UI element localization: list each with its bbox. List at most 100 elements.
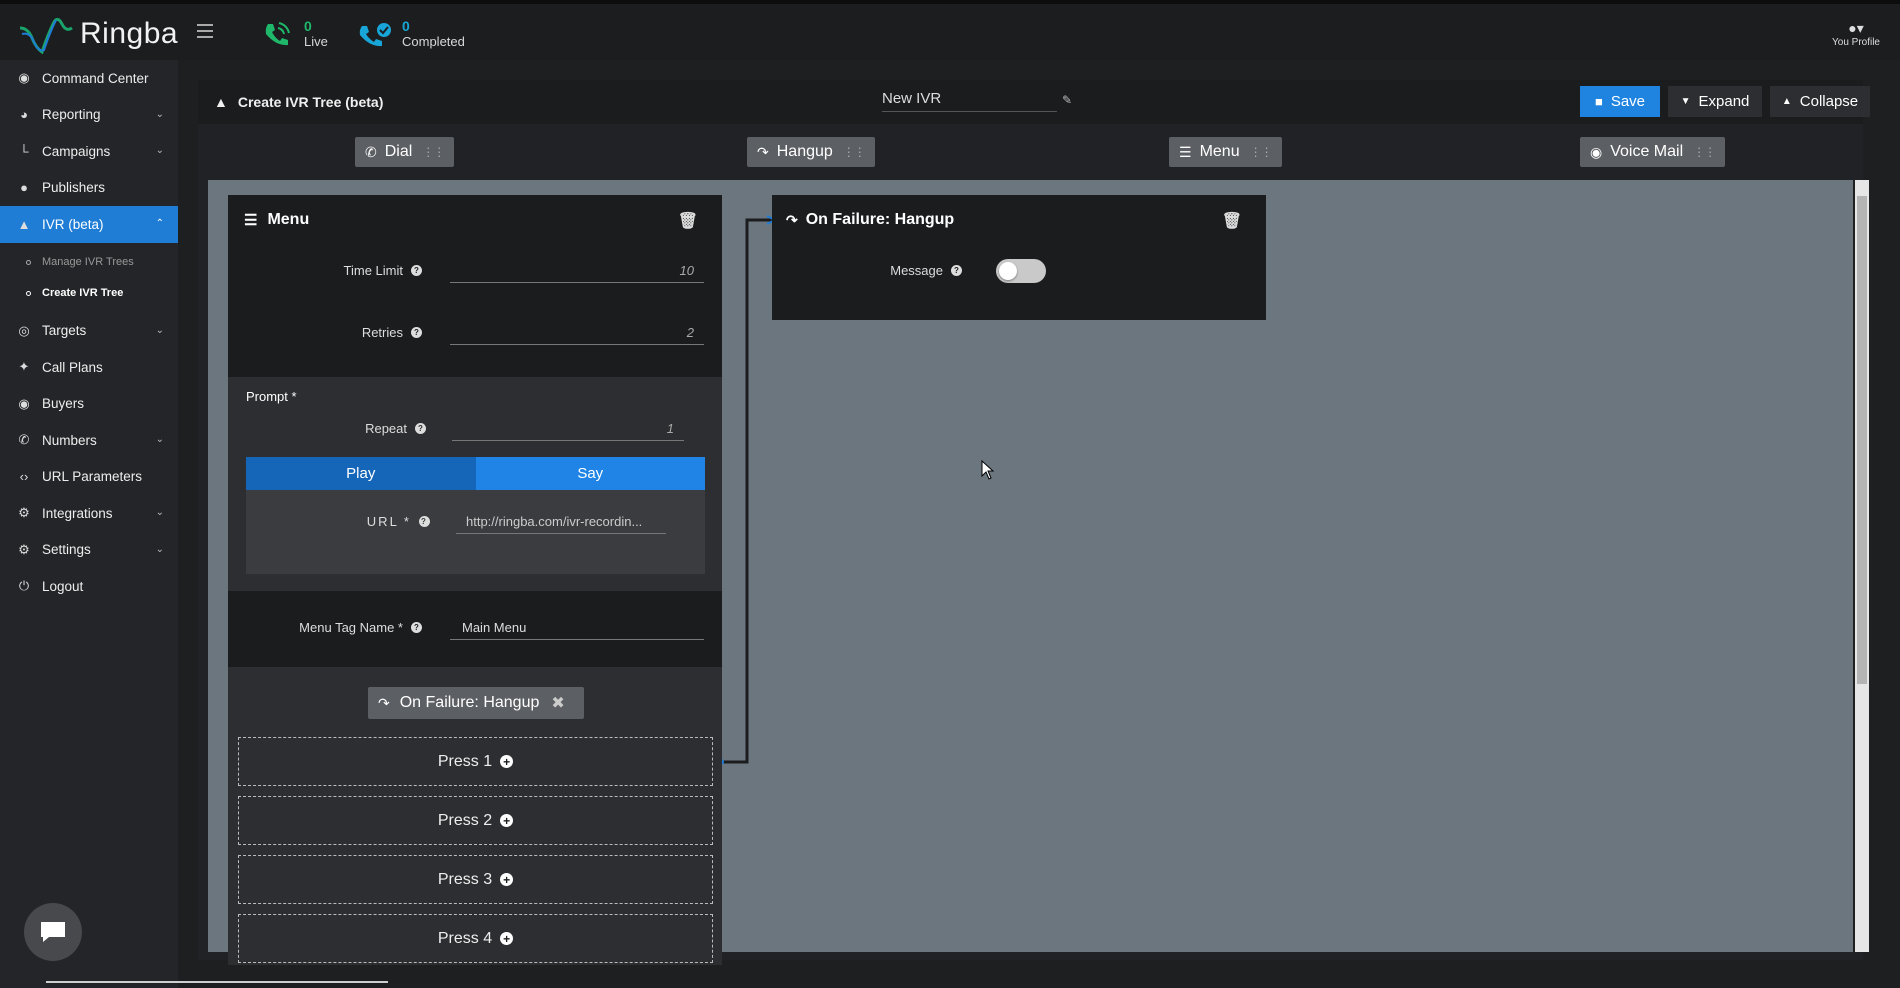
say-tab[interactable]: Say [475, 457, 705, 490]
play-tab[interactable]: Play [246, 457, 476, 490]
menu-node-tool[interactable]: ☰ Menu ⋮⋮ [1169, 137, 1282, 167]
dial-node-tool[interactable]: ✆ Dial ⋮⋮ [355, 137, 455, 167]
press-4-option[interactable]: Press 4 + [238, 914, 713, 963]
sidebar-subitem-manage-ivr-trees[interactable]: Manage IVR Trees [0, 247, 178, 278]
time-limit-input[interactable]: 10 [450, 257, 704, 283]
drag-handle-icon[interactable]: ⋮⋮ [422, 145, 445, 159]
caret-up-icon: ▲ [1781, 96, 1792, 107]
repeat-input[interactable]: 1 [452, 415, 684, 441]
save-button[interactable]: ■ Save [1580, 86, 1660, 117]
retries-row: Retries ? 2 [228, 307, 722, 357]
collapse-button-label: Collapse [1799, 93, 1859, 110]
save-icon: ■ [1594, 94, 1603, 109]
sidebar-subitem-create-ivr-tree[interactable]: Create IVR Tree [0, 278, 178, 309]
tree-icon: ▲ [214, 94, 228, 110]
sidebar-subitem-label: Manage IVR Trees [42, 256, 134, 268]
hamburger-menu-icon[interactable] [197, 24, 213, 42]
help-icon[interactable]: ? [415, 423, 426, 434]
add-circle-icon[interactable]: + [500, 814, 514, 828]
sidebar-item-command-center[interactable]: ◉ Command Center [0, 60, 178, 97]
ringba-logo[interactable]: Ringba [18, 14, 178, 54]
dashboard-icon: ◉ [18, 70, 30, 86]
menu-node[interactable]: ☰ Menu 🗑 Time Limit ? 10 Retries ? 2 Pro… [228, 195, 722, 965]
sidebar-item-reporting[interactable]: ◕ Reporting ⌄ [0, 97, 178, 134]
repeat-label: Repeat ? [365, 421, 426, 436]
help-icon[interactable]: ? [411, 622, 422, 633]
help-icon[interactable]: ? [419, 516, 430, 527]
sidebar-item-label: Logout [42, 578, 84, 594]
sidebar-item-logout[interactable]: ⏻ Logout [0, 568, 178, 605]
sidebar-item-numbers[interactable]: ✆ Numbers ⌄ [0, 422, 178, 459]
horizontal-scrollbar[interactable] [46, 981, 388, 983]
help-icon[interactable]: ? [951, 265, 962, 276]
label-text: Repeat [365, 421, 407, 436]
on-failure-hangup-node[interactable]: ↷ On Failure: Hangup 🗑 Message ? [772, 195, 1266, 320]
press-1-option[interactable]: Press 1 + [238, 737, 713, 786]
sidebar-item-buyers[interactable]: ◉ Buyers [0, 386, 178, 423]
menu-tag-input[interactable]: Main Menu [450, 614, 704, 640]
menu-tag-row: Menu Tag Name * ? Main Menu [228, 600, 722, 650]
trash-icon[interactable]: 🗑 [1222, 211, 1242, 231]
sidebar-item-call-plans[interactable]: ✦ Call Plans [0, 349, 178, 386]
press-2-option[interactable]: Press 2 + [238, 796, 713, 845]
sidebar-item-label: Targets [42, 323, 87, 339]
sidebar-item-url-parameters[interactable]: ‹› URL Parameters [0, 459, 178, 496]
pencil-icon[interactable]: ✎ [1062, 93, 1072, 107]
retries-input[interactable]: 2 [450, 319, 704, 345]
help-icon[interactable]: ? [411, 327, 422, 338]
drag-handle-icon[interactable]: ⋮⋮ [1250, 145, 1273, 159]
plug-icon: ✦ [18, 359, 30, 375]
sidebar-item-label: URL Parameters [42, 469, 143, 485]
gear-icon: ⚙ [18, 541, 30, 557]
page-title-text: Create IVR Tree (beta) [237, 94, 384, 110]
retries-label: Retries ? [362, 325, 422, 340]
time-limit-row: Time Limit ? 10 [228, 245, 722, 295]
hangup-node-tool[interactable]: ↷ Hangup ⋮⋮ [747, 137, 875, 167]
help-icon[interactable]: ? [411, 265, 422, 276]
profile-menu[interactable]: ●▾ You Profile [1832, 20, 1880, 48]
hangup-icon: ↷ [757, 143, 769, 160]
sidebar-item-ivr[interactable]: ▲ IVR (beta) ⌃ [0, 206, 178, 243]
add-circle-icon[interactable]: + [500, 932, 514, 946]
voicemail-node-tool[interactable]: ◉ Voice Mail ⋮⋮ [1580, 137, 1726, 167]
collapse-button[interactable]: ▲ Collapse [1770, 86, 1870, 117]
scrollbar-thumb[interactable] [1857, 196, 1867, 684]
save-button-label: Save [1610, 93, 1646, 110]
hangup-node-header: ↷ On Failure: Hangup 🗑 [772, 195, 1266, 245]
sidebar-item-settings[interactable]: ⚙ Settings ⌄ [0, 532, 178, 569]
list-icon: ☰ [1179, 143, 1192, 160]
completed-count: 0 [402, 18, 410, 34]
completed-label: Completed [402, 34, 465, 49]
sidebar-item-label: Call Plans [42, 359, 103, 375]
drag-handle-icon[interactable]: ⋮⋮ [1693, 145, 1716, 159]
expand-button[interactable]: ▼ Expand [1668, 86, 1762, 117]
url-input[interactable]: http://ringba.com/ivr-recordin... [456, 508, 666, 534]
close-icon[interactable]: ✖ [551, 693, 564, 713]
sidebar-item-campaigns[interactable]: └ Campaigns ⌄ [0, 133, 178, 170]
panel-header: ▲ Create IVR Tree (beta) New IVR ✎ ■ Sav… [198, 80, 1870, 124]
menu-tag-label: Menu Tag Name * ? [299, 620, 422, 635]
add-circle-icon[interactable]: + [500, 755, 514, 769]
time-limit-label: Time Limit ? [344, 263, 422, 278]
sidebar: ◉ Command Center ◕ Reporting ⌄ └ Campaig… [0, 60, 178, 988]
users-icon: ● [20, 180, 28, 196]
label-text: URL * [366, 514, 411, 529]
add-circle-icon[interactable]: + [500, 873, 514, 887]
sidebar-item-integrations[interactable]: ⚙ Integrations ⌄ [0, 495, 178, 532]
press-3-option[interactable]: Press 3 + [238, 855, 713, 904]
drag-handle-icon[interactable]: ⋮⋮ [843, 145, 866, 159]
sidebar-item-label: Settings [42, 542, 91, 558]
sidebar-item-targets[interactable]: ◎ Targets ⌄ [0, 313, 178, 350]
hangup-icon: ↷ [378, 694, 390, 711]
bullet-icon [26, 259, 31, 265]
node-toolbox: ✆ Dial ⋮⋮ ↷ Hangup ⋮⋮ ☰ Menu ⋮⋮ ◉ Voice … [198, 124, 1863, 180]
sidebar-item-publishers[interactable]: ● Publishers [0, 170, 178, 207]
sidebar-item-label: Integrations [42, 505, 113, 521]
on-failure-hangup-chip[interactable]: ↷ On Failure: Hangup ✖ [368, 687, 584, 719]
ivr-name-input[interactable]: New IVR [882, 90, 1057, 112]
sidebar-item-label: Reporting [42, 107, 101, 123]
trash-icon[interactable]: 🗑 [678, 211, 698, 231]
chat-widget-button[interactable] [24, 903, 82, 961]
menu-node-header: ☰ Menu 🗑 [228, 195, 722, 245]
message-toggle[interactable] [996, 259, 1046, 283]
